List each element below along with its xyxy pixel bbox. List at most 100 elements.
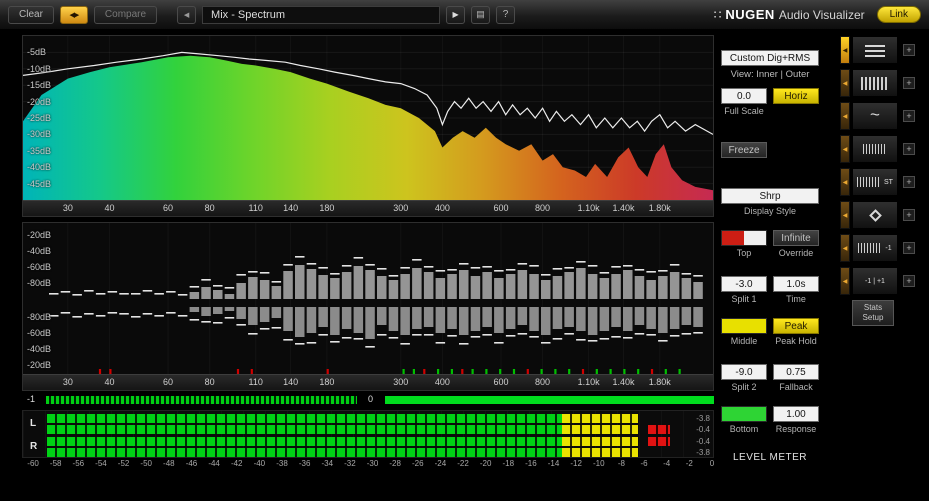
peak-hold-button[interactable]: Peak [773,318,819,334]
meter-bars [47,411,691,457]
preset-thumbnail-button[interactable]: -1 [852,234,898,262]
view-list-button[interactable]: ▤ [471,5,491,24]
fallback-caption: Fallback [779,382,813,392]
comb-icon [863,144,887,154]
override-button[interactable]: Infinite [773,230,819,246]
spectrum-display[interactable]: 30 40 60 80 110 140 180 300 400 600 800 1.10k 1.40k 1… [22,35,714,217]
time-value-field[interactable]: 1.0s [773,276,819,292]
middle-color-swatch[interactable] [721,318,767,334]
play-button[interactable]: ▶ [446,5,466,24]
db-axis-label: -10dB [27,63,52,74]
freq-tick-label: 60 [163,377,174,387]
split1-value-field[interactable]: -3.0 [721,276,767,292]
response-value-field[interactable]: 1.00 [773,406,819,422]
preset-thumbnail-button[interactable] [852,36,898,64]
brand-name: NUGEN [725,7,775,22]
correlation-meter: -1 0 [22,393,714,406]
meter-scale-label: -10 [593,459,605,468]
meter-yellow-segments [562,448,638,457]
help-button[interactable]: ? [496,5,516,24]
db-axis-label: -60dB [27,328,52,338]
meter-scale-label: -16 [525,459,537,468]
freq-tick-label: 400 [434,377,450,387]
db-axis-label: -40dB [27,344,52,354]
meter-scale-label: -24 [434,459,447,468]
analysis-preset-select[interactable]: Custom Dig+RMS [721,50,819,66]
stats-setup-button[interactable]: Stats Setup [852,300,894,326]
freq-tick-label: 110 [248,377,263,387]
preset-add-button[interactable]: + [903,77,915,89]
meter-green-segments [47,414,563,423]
preset-prev-button[interactable]: ◀ [840,102,850,130]
freeze-button[interactable]: Freeze [721,142,767,158]
preset-prev-button[interactable]: ◀ [840,168,850,196]
preset-thumbnail-button[interactable] [852,135,898,163]
meter-green-segments [47,437,563,446]
preset-prev-button[interactable]: ◀ [840,267,850,295]
preset-row: ◀+ [840,36,928,64]
freq-tick-label: 1.10k [577,203,600,213]
spectrum-plot [23,36,713,200]
meter-scale-label: -22 [457,459,469,468]
toolbar: Clear ◀▶ Compare ◀ Mix - Spectrum ▶ ▤ ? … [0,0,929,30]
preset-row: ◀+ [840,69,928,97]
db-axis-label: -5dB [27,47,47,58]
preset-thumbnail-button[interactable]: -1 | +1 [852,267,898,295]
preset-prev-button[interactable]: ◀ [840,201,850,229]
bottom-color-swatch[interactable] [721,406,767,422]
meter-scale-label: -60 [27,459,39,468]
meter-green-segments [47,448,563,457]
freq-tick-label: 800 [535,203,551,213]
left-channel-label: L [30,418,37,429]
chevron-left-icon: ◀ [183,11,190,19]
swap-ab-button[interactable]: ◀▶ [59,5,88,24]
preset-add-button[interactable]: + [903,209,915,221]
db-axis-label: -20dB [27,360,52,370]
preset-prev-button[interactable]: ◀ [840,234,850,262]
preset-prev-button[interactable]: ◀ [840,69,850,97]
preset-add-button[interactable]: + [903,143,915,155]
histogram-display[interactable]: 30 40 60 80 110 140 180 300 400 600 800 1.10k 1.40k 1… [22,222,714,391]
previous-preset-button[interactable]: ◀ [177,5,197,24]
meter-scale-label: -52 [117,459,130,468]
meter-scale-label: -26 [411,459,424,468]
meter-scale-label: -4 [663,459,671,468]
fallback-value-field[interactable]: 0.75 [773,364,819,380]
correlation-bar-right [385,396,714,404]
clear-button[interactable]: Clear [8,5,54,24]
freq-tick-label: 1.40k [612,203,635,213]
meter-channel-bar [47,448,691,457]
preset-thumbnail-button[interactable] [852,102,898,130]
view-title-field[interactable]: Mix - Spectrum [202,5,441,24]
preset-add-button[interactable]: + [903,44,915,56]
meter-readout: -3.8 [696,414,710,423]
compare-button[interactable]: Compare [93,5,158,24]
meter-scale-label: -44 [208,459,220,468]
db-axis-label: -15dB [27,80,52,91]
hlines-icon [865,43,885,57]
db-axis-label: -80dB [27,278,52,288]
meter-yellow-segments [562,425,638,434]
preset-prev-button[interactable]: ◀ [840,36,850,64]
split1-caption: Split 1 [731,294,757,304]
meter-scale-label: -30 [366,459,379,468]
display-style-select[interactable]: Shrp [721,188,819,204]
horiz-toggle-button[interactable]: Horiz [773,88,819,104]
preset-thumbnail-button[interactable]: ST [852,168,898,196]
preset-thumbnail-button[interactable] [852,69,898,97]
preset-add-button[interactable]: + [903,110,915,122]
preset-add-button[interactable]: + [903,275,915,287]
split2-value-field[interactable]: -9.0 [721,364,767,380]
link-button[interactable]: Link [876,6,921,23]
preset-thumbnail-button[interactable] [852,201,898,229]
meter-scale-label: -32 [344,459,356,468]
help-icon: ? [502,9,509,20]
meter-scale-label: -6 [640,459,648,468]
preset-add-button[interactable]: + [903,176,915,188]
meter-scale-label: -38 [276,459,288,468]
full-scale-value-field[interactable]: 0.0 [721,88,767,104]
preset-prev-button[interactable]: ◀ [840,135,850,163]
preset-add-button[interactable]: + [903,242,915,254]
meter-scale: -60 -58 -56 -54 -52 -50 -48 -46 -44 -42 -40 -38 -36-… [22,459,714,471]
top-color-swatch[interactable] [721,230,767,246]
